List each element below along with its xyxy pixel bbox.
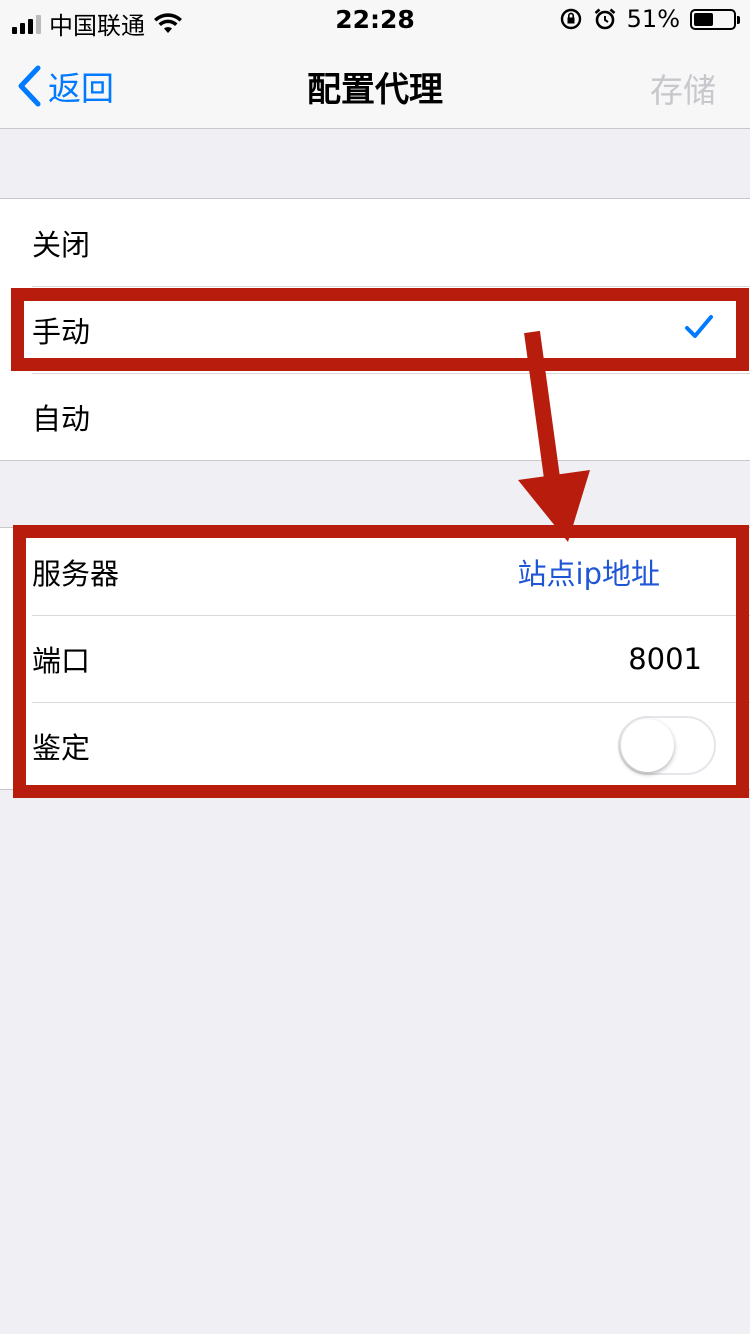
alarm-icon	[594, 8, 616, 30]
toggle-knob	[621, 719, 674, 772]
battery-percent: 51%	[626, 5, 680, 33]
mode-option-manual[interactable]: 手动	[0, 286, 750, 373]
port-label: 端口	[32, 643, 91, 678]
navigation-bar: 返回 配置代理 存储	[0, 40, 750, 129]
server-label: 服务器	[32, 556, 120, 591]
battery-level	[694, 12, 714, 26]
battery-icon	[690, 8, 740, 30]
checkmark-icon	[685, 315, 713, 338]
page-title: 配置代理	[307, 70, 443, 110]
authentication-toggle[interactable]	[618, 716, 716, 775]
authentication-label: 鉴定	[32, 730, 91, 765]
save-button[interactable]: 存储	[650, 64, 716, 112]
status-right: 51%	[559, 5, 740, 33]
authentication-row: 鉴定	[0, 702, 750, 789]
mode-option-auto[interactable]: 自动	[0, 373, 750, 460]
server-input[interactable]: 站点ip地址	[518, 551, 660, 593]
mode-option-label: 自动	[32, 401, 91, 436]
port-input[interactable]: 8001	[628, 642, 702, 676]
mode-option-label: 关闭	[32, 227, 91, 262]
status-bar: 中国联通 22:28 51%	[0, 0, 750, 40]
port-row[interactable]: 端口 8001	[0, 615, 750, 702]
manual-settings-group: 服务器 站点ip地址 端口 8001 鉴定	[0, 527, 750, 790]
server-row[interactable]: 服务器 站点ip地址	[0, 528, 750, 615]
mode-option-label: 手动	[32, 314, 91, 349]
rotation-lock-icon	[560, 8, 581, 30]
mode-option-off[interactable]: 关闭	[0, 199, 750, 286]
proxy-mode-group: 关闭 手动 自动	[0, 198, 750, 461]
